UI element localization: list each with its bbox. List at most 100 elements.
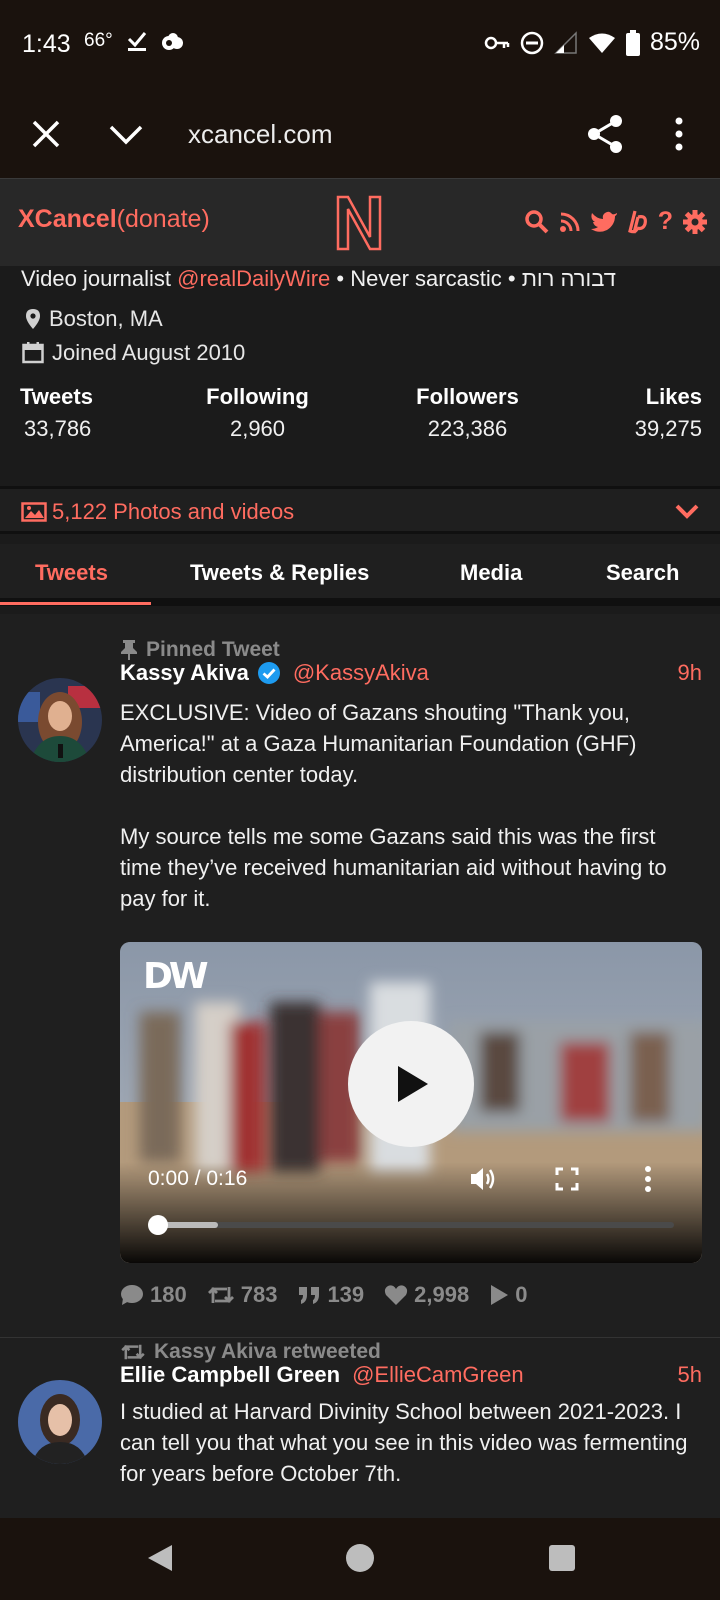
status-bar: 1:43 66° 85% bbox=[0, 0, 720, 92]
timeline: Pinned Tweet Kassy Akiva @KassyAkiva 9h … bbox=[0, 614, 720, 1518]
stat-label: Following bbox=[206, 384, 309, 409]
like-count-value: 2,998 bbox=[414, 1282, 470, 1307]
back-icon[interactable] bbox=[144, 1542, 174, 1574]
tab-media[interactable]: Media bbox=[460, 560, 522, 586]
play-button[interactable] bbox=[348, 1021, 474, 1147]
tweet-text: EXCLUSIVE: Video of Gazans shouting "Tha… bbox=[120, 697, 690, 914]
author-name[interactable]: Ellie Campbell Green bbox=[120, 1362, 340, 1388]
url-bar[interactable]: xcancel.com bbox=[188, 114, 333, 154]
video-progress-bar[interactable] bbox=[158, 1222, 674, 1228]
tab-tweets-replies[interactable]: Tweets & Replies bbox=[190, 560, 369, 586]
signal-icon bbox=[554, 30, 577, 54]
status-right-icons: 85% bbox=[484, 28, 700, 57]
play-count-value: 0 bbox=[515, 1282, 528, 1307]
stat-tweets[interactable]: Tweets 33,786 bbox=[20, 384, 100, 442]
pinned-text: Pinned Tweet bbox=[146, 638, 280, 661]
quote-icon bbox=[299, 1287, 320, 1304]
active-tab-indicator bbox=[0, 602, 151, 605]
rss-icon[interactable] bbox=[559, 211, 581, 233]
stat-following[interactable]: Following 2,960 bbox=[195, 384, 320, 442]
tab-tweets[interactable]: Tweets bbox=[35, 560, 108, 586]
tweet-item[interactable]: Kassy Akiva retweeted Ellie Campbell Gre… bbox=[0, 1340, 720, 1518]
like-count[interactable]: 2,998 bbox=[384, 1282, 469, 1308]
retweet-count-value: 783 bbox=[240, 1282, 278, 1307]
tab-search[interactable]: Search bbox=[606, 560, 679, 586]
help-icon[interactable]: ? bbox=[658, 207, 673, 236]
photos-videos-label: 5,122 Photos and videos bbox=[52, 499, 295, 524]
retweet-icon bbox=[121, 1344, 145, 1360]
video-watermark: DW bbox=[143, 956, 209, 997]
heart-icon bbox=[385, 1285, 408, 1305]
location-pin-icon bbox=[26, 309, 40, 329]
bio-text: Video journalist bbox=[21, 266, 178, 291]
volume-icon[interactable] bbox=[468, 1164, 498, 1194]
tweet-text: I studied at Harvard Divinity School bet… bbox=[120, 1399, 688, 1486]
play-count[interactable]: 0 bbox=[489, 1282, 527, 1308]
location-text: Boston, MA bbox=[49, 306, 163, 331]
tweet-paragraph: EXCLUSIVE: Video of Gazans shouting "Tha… bbox=[120, 700, 637, 787]
author-handle[interactable]: @KassyAkiva bbox=[293, 660, 429, 686]
stat-label: Likes bbox=[645, 384, 702, 409]
stat-label: Followers bbox=[416, 384, 519, 409]
profile-location: Boston, MA bbox=[26, 306, 163, 332]
avatar[interactable] bbox=[18, 1380, 102, 1464]
brand-name: XCancel bbox=[18, 205, 117, 233]
quote-count[interactable]: 139 bbox=[297, 1282, 364, 1308]
tweet-header: Kassy Akiva @KassyAkiva bbox=[120, 660, 429, 686]
stat-value: 223,386 bbox=[427, 416, 508, 441]
share-icon[interactable] bbox=[584, 112, 628, 156]
photos-videos-bar[interactable]: 5,122 Photos and videos bbox=[0, 486, 720, 534]
joined-text: Joined August 2010 bbox=[52, 340, 246, 365]
download-done-icon bbox=[127, 32, 146, 51]
recents-icon[interactable] bbox=[547, 1542, 577, 1574]
tweet-time[interactable]: 5h bbox=[678, 1362, 702, 1388]
stat-value: 2,960 bbox=[229, 416, 286, 441]
bio-text-suffix: • Never sarcastic • דבורה רות bbox=[330, 266, 616, 291]
profile-bio: Video journalist @realDailyWire • Never … bbox=[21, 266, 616, 292]
twitter-icon[interactable] bbox=[590, 210, 618, 234]
site-header: XCancel(donate) ? bbox=[0, 178, 720, 266]
retweet-label: Kassy Akiva retweeted bbox=[120, 1340, 381, 1364]
chevron-down-icon[interactable] bbox=[674, 501, 700, 521]
stat-value: 33,786 bbox=[24, 416, 92, 441]
avatar[interactable] bbox=[18, 678, 102, 762]
close-icon[interactable] bbox=[26, 114, 66, 154]
stat-likes[interactable]: Likes 39,275 bbox=[610, 384, 702, 442]
home-icon[interactable] bbox=[345, 1542, 375, 1574]
battery-percent: 85% bbox=[649, 28, 700, 56]
tweet-item[interactable]: Pinned Tweet Kassy Akiva @KassyAkiva 9h … bbox=[0, 614, 720, 1338]
tweet-time[interactable]: 9h bbox=[678, 660, 702, 686]
video-player[interactable]: DW 0:00 / 0:16 bbox=[120, 942, 702, 1263]
image-icon bbox=[21, 502, 47, 522]
stat-value: 39,275 bbox=[634, 416, 702, 441]
retweet-count[interactable]: 783 bbox=[207, 1282, 278, 1308]
tweet-stats: 180 783 139 2,998 0 bbox=[120, 1282, 527, 1308]
nitter-logo-icon[interactable] bbox=[334, 193, 384, 253]
fullscreen-icon[interactable] bbox=[552, 1164, 582, 1194]
liberapay-icon[interactable] bbox=[627, 209, 649, 235]
dnd-icon bbox=[520, 31, 544, 54]
reply-count[interactable]: 180 bbox=[120, 1282, 187, 1308]
search-icon[interactable] bbox=[524, 209, 550, 235]
more-vert-icon[interactable] bbox=[636, 1164, 660, 1194]
comment-icon bbox=[121, 1285, 143, 1305]
author-name[interactable]: Kassy Akiva bbox=[120, 660, 249, 686]
vpn-key-icon bbox=[484, 36, 510, 49]
bio-link[interactable]: @realDailyWire bbox=[177, 266, 330, 291]
settings-icon[interactable] bbox=[682, 209, 708, 235]
battery-icon bbox=[625, 29, 640, 56]
chevron-down-icon[interactable] bbox=[106, 114, 146, 154]
calendar-icon bbox=[22, 342, 44, 364]
stat-followers[interactable]: Followers 223,386 bbox=[400, 384, 535, 442]
tweet-header: Ellie Campbell Green @EllieCamGreen bbox=[120, 1362, 524, 1388]
more-vert-icon[interactable] bbox=[664, 112, 694, 156]
video-scrubber[interactable] bbox=[148, 1215, 168, 1235]
video-time: 0:00 / 0:16 bbox=[148, 1167, 248, 1190]
author-handle[interactable]: @EllieCamGreen bbox=[352, 1362, 524, 1388]
retweet-icon bbox=[207, 1287, 234, 1303]
pinned-label: Pinned Tweet bbox=[120, 638, 280, 662]
pin-icon bbox=[121, 640, 137, 660]
donate-link[interactable]: (donate) bbox=[117, 205, 210, 233]
brand-link[interactable]: XCancel(donate) bbox=[18, 205, 210, 234]
browser-toolbar: xcancel.com bbox=[0, 92, 720, 178]
